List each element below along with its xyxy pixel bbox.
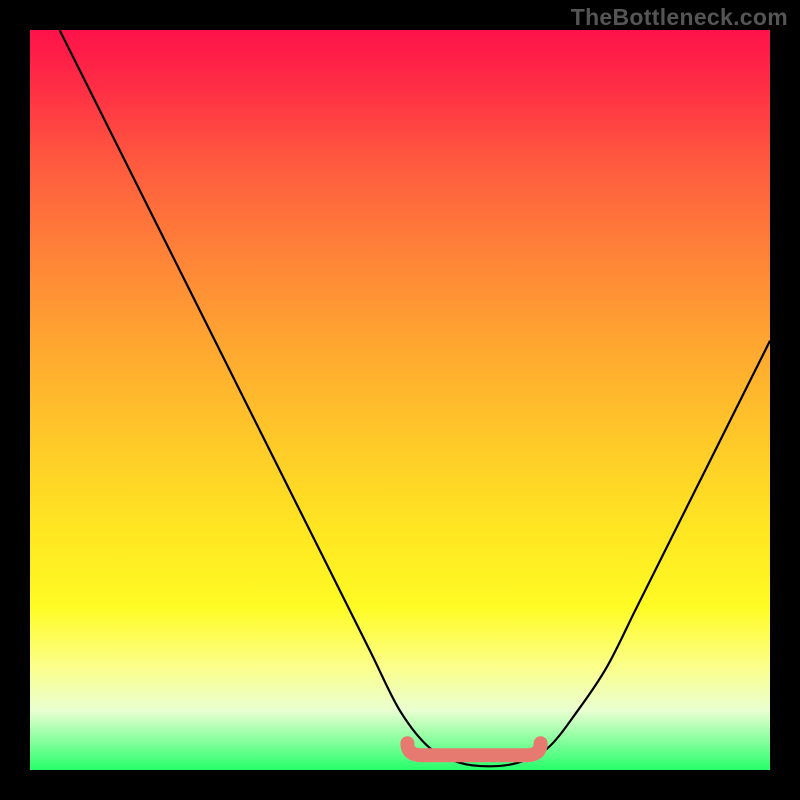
bottleneck-curve — [60, 30, 770, 766]
chart-svg — [30, 30, 770, 770]
chart-frame: TheBottleneck.com — [0, 0, 800, 800]
plot-area — [30, 30, 770, 770]
watermark-text: TheBottleneck.com — [571, 4, 788, 31]
